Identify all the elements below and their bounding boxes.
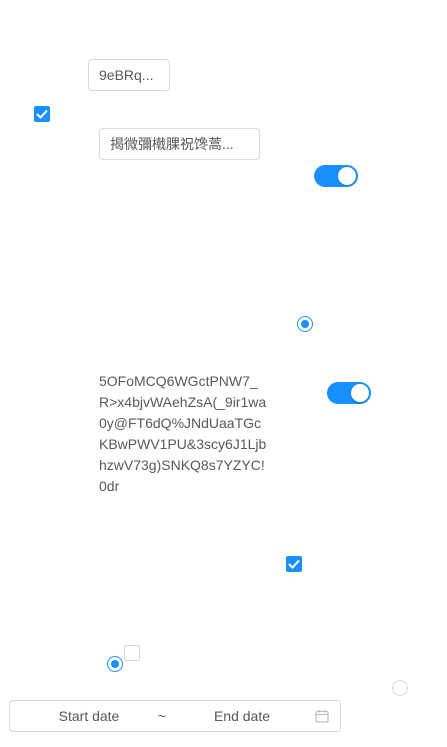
radio-dot [301,320,309,328]
radio-dot [111,660,119,668]
truncated-button-1[interactable]: 9eBRq... [88,59,170,91]
checkmark-icon [36,109,48,119]
checkmark-icon [288,559,300,569]
truncated-button-1-label: 9eBRq... [99,67,154,83]
radio-button-1[interactable] [297,316,313,332]
calendar-icon[interactable] [314,701,330,731]
long-text-block: 5OFoMCQ6WGctPNW7_R>x4bjvWAehZsA(_9ir1wa0… [99,373,267,494]
checkbox-1[interactable] [34,106,50,122]
start-date-input[interactable]: Start date [10,701,168,731]
truncated-button-2[interactable]: 揭微彌橶腂祝馋蒿... [99,128,260,160]
toggle-knob [338,167,356,185]
start-date-placeholder: Start date [58,708,120,724]
toggle-switch-1[interactable] [314,165,358,187]
end-date-placeholder: End date [213,708,271,724]
checkbox-2[interactable] [286,556,302,572]
toggle-knob [351,384,369,402]
range-separator: ~ [157,708,167,724]
truncated-button-2-label: 揭微彌橶腂祝馋蒿... [110,136,234,152]
date-range-picker[interactable]: Start date ~ End date [9,700,341,732]
end-date-input[interactable]: End date [168,701,316,731]
checkbox-3[interactable] [124,645,140,661]
radio-button-2[interactable] [107,656,123,672]
radio-button-3[interactable] [392,680,408,696]
toggle-switch-2[interactable] [327,382,371,404]
